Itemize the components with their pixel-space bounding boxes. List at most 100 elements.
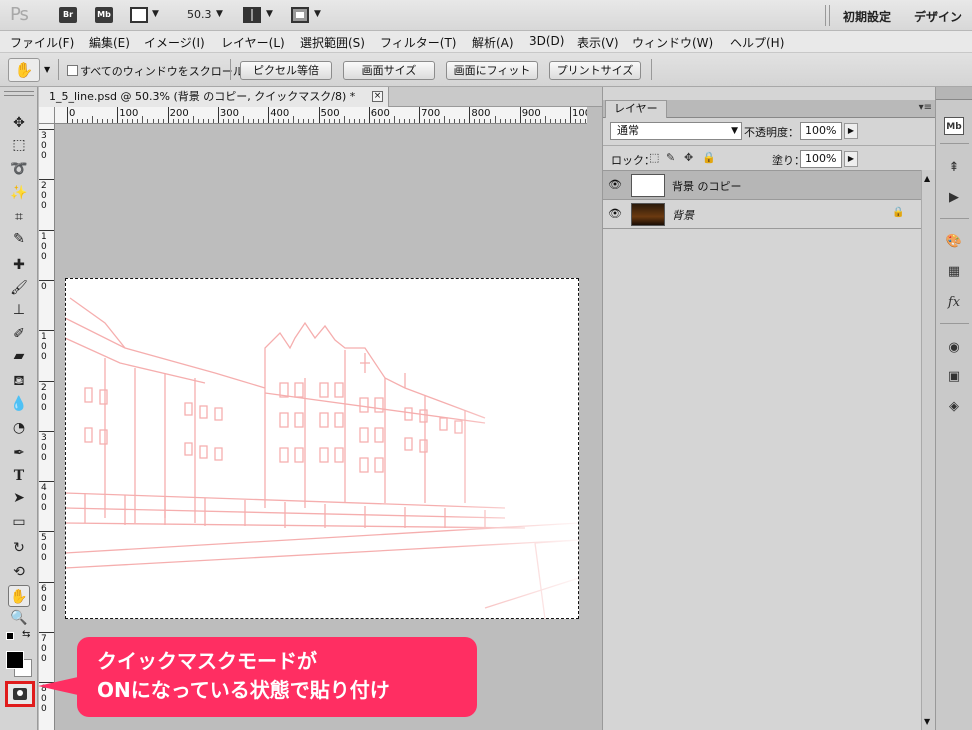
actual-pixels-button[interactable]: ピクセル等倍 [240, 61, 332, 80]
ruler-label: 600 [370, 108, 390, 119]
eyedropper-tool-icon[interactable]: ✎ [8, 228, 30, 250]
document-tab[interactable]: 1_5_line.psd @ 50.3% (背景 のコピー, クイックマスク/8… [39, 87, 389, 107]
styles-fx-icon[interactable]: fx [944, 294, 964, 312]
menu-select[interactable]: 選択範囲(S) [300, 34, 365, 51]
chevron-down-icon[interactable]: ▼ [266, 9, 273, 19]
lock-position-icon[interactable]: ✥ [684, 151, 693, 164]
menu-view[interactable]: 表示(V) [577, 34, 619, 51]
layer-row[interactable]: 👁 背景 🔒 [603, 200, 921, 229]
zoom-tool-icon[interactable]: 🔍 [8, 607, 30, 629]
adjustments-icon[interactable]: ◉ [944, 339, 964, 357]
menu-help[interactable]: ヘルプ(H) [730, 34, 784, 51]
rectangle-tool-icon[interactable]: ▭ [8, 511, 30, 533]
arrange-documents-icon[interactable] [243, 7, 261, 23]
3d-orbit-tool-icon[interactable]: ⟲ [8, 561, 30, 583]
scroll-up-icon[interactable]: ▲ [924, 174, 930, 183]
dodge-tool-icon[interactable]: ◔ [8, 417, 30, 439]
lasso-tool-icon[interactable]: ➰ [8, 158, 30, 180]
fill-slider-toggle[interactable]: ▶ [844, 151, 858, 167]
scroll-all-windows-checkbox[interactable] [67, 65, 78, 76]
lock-transparency-icon[interactable]: ⬚ [649, 151, 659, 164]
layers-panel: レイヤー ▾≡ 通常 ▼ 不透明度： 100% ▶ ロック： ⬚ ✎ ✥ 🔒 塗… [602, 87, 936, 730]
history-brush-tool-icon[interactable]: ✐ [8, 323, 30, 345]
clone-stamp-tool-icon[interactable]: ⊥ [8, 299, 30, 321]
brush-tool-icon[interactable]: 🖌 [8, 277, 30, 299]
ruler-label: 100 [41, 231, 47, 262]
screen-mode-icon[interactable] [291, 7, 309, 23]
opacity-input[interactable]: 100% [800, 122, 842, 140]
menu-layer[interactable]: レイヤー(L) [221, 34, 285, 51]
print-size-button[interactable]: プリントサイズ [549, 61, 641, 80]
lock-image-icon[interactable]: ✎ [666, 151, 675, 164]
eraser-tool-icon[interactable]: ▰ [8, 345, 30, 367]
layers-scrollbar[interactable]: ▲ ▼ [921, 170, 936, 730]
ruler-tick [238, 119, 240, 123]
ruler-origin[interactable] [39, 107, 55, 124]
paint-bucket-tool-icon[interactable]: ⛾ [8, 370, 30, 392]
actions-icon[interactable]: ▶ [944, 189, 964, 207]
masks-icon[interactable]: ▣ [944, 368, 964, 386]
view-extras-icon[interactable] [130, 7, 148, 23]
fit-screen-button[interactable]: 画面サイズ [343, 61, 435, 80]
scroll-down-icon[interactable]: ▼ [924, 717, 930, 726]
chevron-down-icon[interactable]: ▼ [44, 65, 50, 74]
mini-bridge-icon[interactable]: Mb [95, 7, 113, 23]
path-selection-tool-icon[interactable]: ➤ [8, 487, 30, 509]
menu-image[interactable]: イメージ(I) [144, 34, 205, 51]
menu-filter[interactable]: フィルター(T) [380, 34, 456, 51]
panel-grip[interactable] [4, 91, 34, 96]
opacity-slider-toggle[interactable]: ▶ [844, 123, 858, 139]
menu-3d[interactable]: 3D(D) [529, 34, 564, 48]
marquee-tool-icon[interactable]: ⬚ [8, 134, 30, 156]
magic-wand-tool-icon[interactable]: ✨ [8, 182, 30, 204]
zoom-level[interactable]: 50.3 [187, 8, 212, 21]
layer-name[interactable]: 背景 のコピー [672, 178, 742, 194]
foreground-color-swatch[interactable] [6, 651, 24, 669]
fill-screen-button[interactable]: 画面にフィット [446, 61, 538, 80]
layers-icon[interactable]: ◈ [944, 398, 964, 416]
visibility-eye-icon[interactable]: 👁 [607, 177, 623, 193]
healing-brush-tool-icon[interactable]: ✚ [8, 254, 30, 276]
blur-tool-icon[interactable]: 💧 [8, 393, 30, 415]
blend-mode-select[interactable]: 通常 ▼ [610, 122, 742, 140]
layer-name[interactable]: 背景 [672, 207, 694, 223]
ruler-tick [39, 129, 54, 130]
move-tool-icon[interactable]: ✥ [8, 112, 30, 134]
quick-mask-button[interactable] [5, 681, 35, 707]
close-icon[interactable]: × [372, 91, 383, 102]
document-canvas[interactable] [64, 278, 580, 620]
ruler-tick [514, 119, 516, 123]
menu-file[interactable]: ファイル(F) [10, 34, 74, 51]
mini-bridge-icon[interactable]: Mb [944, 117, 964, 135]
menu-edit[interactable]: 編集(E) [89, 34, 130, 51]
workspace-design-button[interactable]: デザイン [914, 8, 962, 25]
type-tool-icon[interactable]: T [8, 465, 30, 487]
tab-layers[interactable]: レイヤー [605, 100, 667, 118]
menu-window[interactable]: ウィンドウ(W) [632, 34, 713, 51]
pen-tool-icon[interactable]: ✒ [8, 442, 30, 464]
ruler-tick [474, 119, 476, 123]
lock-all-icon[interactable]: 🔒 [702, 151, 716, 164]
menu-analysis[interactable]: 解析(A) [472, 34, 514, 51]
hand-tool-icon[interactable]: ✋ [8, 585, 30, 607]
history-icon[interactable]: ⇞ [944, 159, 964, 177]
chevron-down-icon[interactable]: ▼ [216, 9, 223, 19]
color-icon[interactable]: 🎨 [944, 233, 964, 251]
panel-menu-icon[interactable]: ▾≡ [919, 102, 932, 113]
workspace-default-button[interactable]: 初期設定 [843, 8, 891, 25]
chevron-down-icon[interactable]: ▼ [314, 9, 321, 19]
crop-tool-icon[interactable]: ⌗ [8, 206, 30, 228]
layer-row[interactable]: 👁 背景 のコピー [603, 171, 921, 200]
3d-rotate-tool-icon[interactable]: ↻ [8, 537, 30, 559]
swap-colors-icon[interactable]: ⇆ [22, 629, 30, 640]
bridge-icon[interactable]: Br [59, 7, 77, 23]
fill-input[interactable]: 100% [800, 150, 842, 168]
chevron-down-icon[interactable]: ▼ [152, 9, 159, 19]
horizontal-ruler[interactable]: 0 100 200 300 400 500 600 700 800 900 1000 [55, 107, 587, 124]
vertical-ruler[interactable]: 300 200 100 0 100 200 300 400 500 600 700 800 [39, 124, 55, 730]
tool-preset-picker[interactable]: ✋ [8, 58, 40, 82]
visibility-eye-icon[interactable]: 👁 [607, 206, 623, 222]
dock-header[interactable] [936, 87, 972, 100]
default-colors-icon[interactable] [6, 632, 14, 640]
swatches-icon[interactable]: ▦ [944, 263, 964, 281]
